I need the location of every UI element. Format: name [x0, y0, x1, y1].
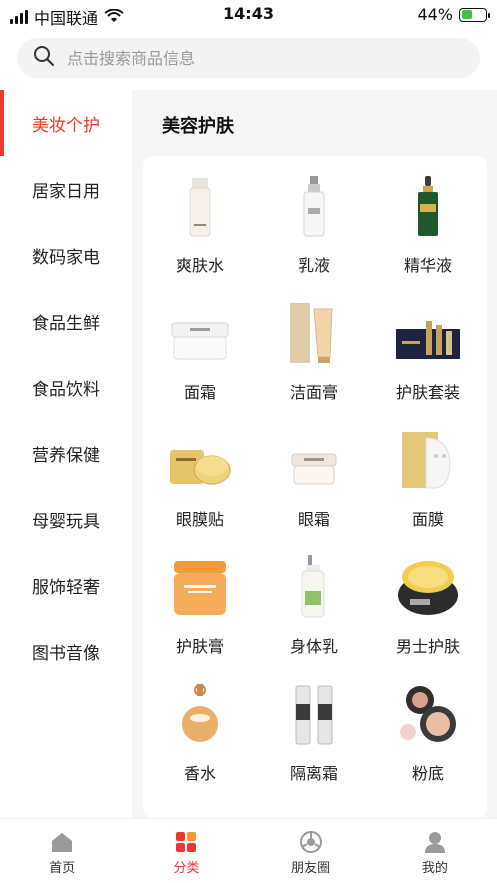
sidebar-item-electronics[interactable]: 数码家电	[0, 222, 132, 288]
subcategory-title: 美容护肤	[162, 116, 234, 137]
product-label: 爽肤水	[175, 256, 224, 275]
product-label: 隔离霜	[289, 764, 338, 783]
product-label: 护肤套装	[395, 383, 460, 402]
eye-cream-jar-icon	[282, 428, 346, 492]
product-item-eye-patch[interactable]: 眼膜贴	[143, 428, 257, 555]
tab-label: 朋友圈	[291, 861, 331, 876]
sidebar-item-fresh-food[interactable]: 食品生鲜	[0, 288, 132, 354]
status-right: 44%	[417, 5, 490, 24]
foundation-compact-icon	[396, 682, 460, 746]
product-label: 男士护肤	[395, 637, 460, 656]
sidebar-item-label: 美妆个护	[32, 115, 100, 136]
product-item-mens-skincare[interactable]: 男士护肤	[371, 555, 485, 682]
bottom-tab-bar: 首页 分类 朋友圈 我的	[0, 818, 497, 883]
skin-balm-jar-icon	[168, 555, 232, 619]
sidebar-item-health[interactable]: 营养保健	[0, 420, 132, 486]
skincare-set-icon	[396, 301, 460, 365]
sidebar-item-label: 食品生鲜	[32, 313, 100, 334]
sidebar-item-label: 数码家电	[32, 247, 100, 268]
product-label: 乳液	[297, 256, 330, 275]
product-item-toner[interactable]: 爽肤水	[143, 174, 257, 301]
product-label: 粉底	[411, 764, 444, 783]
product-item-perfume[interactable]: 香水	[143, 682, 257, 809]
search-bar[interactable]	[17, 38, 480, 78]
product-label: 眼霜	[297, 510, 330, 529]
sidebar-item-label: 图书音像	[32, 643, 100, 664]
sidebar-item-label: 营养保健	[32, 445, 100, 466]
sidebar-item-beauty[interactable]: 美妆个护	[0, 90, 132, 156]
battery-fill	[461, 10, 472, 19]
primer-bottle-icon	[282, 682, 346, 746]
moments-icon	[299, 831, 322, 853]
toner-bottle-icon	[168, 174, 232, 238]
product-item-foundation[interactable]: 粉底	[371, 682, 485, 809]
body-lotion-bottle-icon	[282, 555, 346, 619]
sidebar-item-household[interactable]: 居家日用	[0, 156, 132, 222]
profile-icon	[424, 832, 445, 853]
product-label: 身体乳	[289, 637, 338, 656]
product-item-eye-cream[interactable]: 眼霜	[257, 428, 371, 555]
perfume-bottle-icon	[168, 682, 232, 746]
product-label: 眼膜贴	[175, 510, 224, 529]
tab-home[interactable]: 首页	[0, 819, 124, 883]
category-sidebar: 美妆个护 居家日用 数码家电 食品生鲜 食品饮料 营养保健 母婴玩具 服饰轻奢 …	[0, 90, 132, 818]
product-item-primer[interactable]: 隔离霜	[257, 682, 371, 809]
product-card: 爽肤水 乳液 精华液 面霜 洁面膏 护肤套装 眼膜贴 眼霜 面膜 护肤膏 身体乳…	[143, 156, 487, 818]
product-item-body-lotion[interactable]: 身体乳	[257, 555, 371, 682]
category-icon	[176, 832, 197, 852]
product-item-face-cream[interactable]: 面霜	[143, 301, 257, 428]
serum-bottle-icon	[396, 174, 460, 238]
product-item-lotion[interactable]: 乳液	[257, 174, 371, 301]
sidebar-item-label: 居家日用	[32, 181, 100, 202]
search-icon	[33, 45, 55, 71]
product-label: 香水	[183, 764, 216, 783]
sidebar-item-food-drinks[interactable]: 食品饮料	[0, 354, 132, 420]
product-item-skin-balm[interactable]: 护肤膏	[143, 555, 257, 682]
sidebar-item-fashion[interactable]: 服饰轻奢	[0, 552, 132, 618]
sidebar-item-books-media[interactable]: 图书音像	[0, 618, 132, 684]
sidebar-item-label: 服饰轻奢	[32, 577, 100, 598]
cleanser-tube-icon	[282, 301, 346, 365]
status-bar: 中国联通 14:43 44%	[0, 0, 497, 30]
sidebar-item-label: 母婴玩具	[32, 511, 100, 532]
tab-label: 首页	[49, 861, 76, 876]
mens-mask-jar-icon	[396, 555, 460, 619]
battery-icon	[459, 7, 490, 22]
tab-label: 我的	[421, 861, 448, 876]
product-label: 洁面膏	[289, 383, 338, 402]
product-item-cleanser[interactable]: 洁面膏	[257, 301, 371, 428]
lotion-bottle-icon	[282, 174, 346, 238]
eye-mask-icon	[168, 428, 232, 492]
tab-label: 分类	[173, 861, 200, 876]
tab-moments[interactable]: 朋友圈	[249, 819, 373, 883]
cream-jar-icon	[168, 301, 232, 365]
battery-percent: 44%	[417, 5, 453, 24]
product-grid: 爽肤水 乳液 精华液 面霜 洁面膏 护肤套装 眼膜贴 眼霜 面膜 护肤膏 身体乳…	[143, 174, 487, 809]
face-mask-icon	[396, 428, 460, 492]
product-label: 面霜	[183, 383, 216, 402]
search-input[interactable]	[67, 48, 427, 68]
product-label: 面膜	[411, 510, 444, 529]
home-icon	[52, 833, 73, 852]
tab-profile[interactable]: 我的	[373, 819, 497, 883]
product-label: 护肤膏	[175, 637, 224, 656]
sidebar-item-baby-toys[interactable]: 母婴玩具	[0, 486, 132, 552]
product-item-skincare-set[interactable]: 护肤套装	[371, 301, 485, 428]
sidebar-item-label: 食品饮料	[32, 379, 100, 400]
product-label: 精华液	[403, 256, 452, 275]
product-item-face-mask[interactable]: 面膜	[371, 428, 485, 555]
product-item-serum[interactable]: 精华液	[371, 174, 485, 301]
tab-category[interactable]: 分类	[124, 819, 248, 883]
